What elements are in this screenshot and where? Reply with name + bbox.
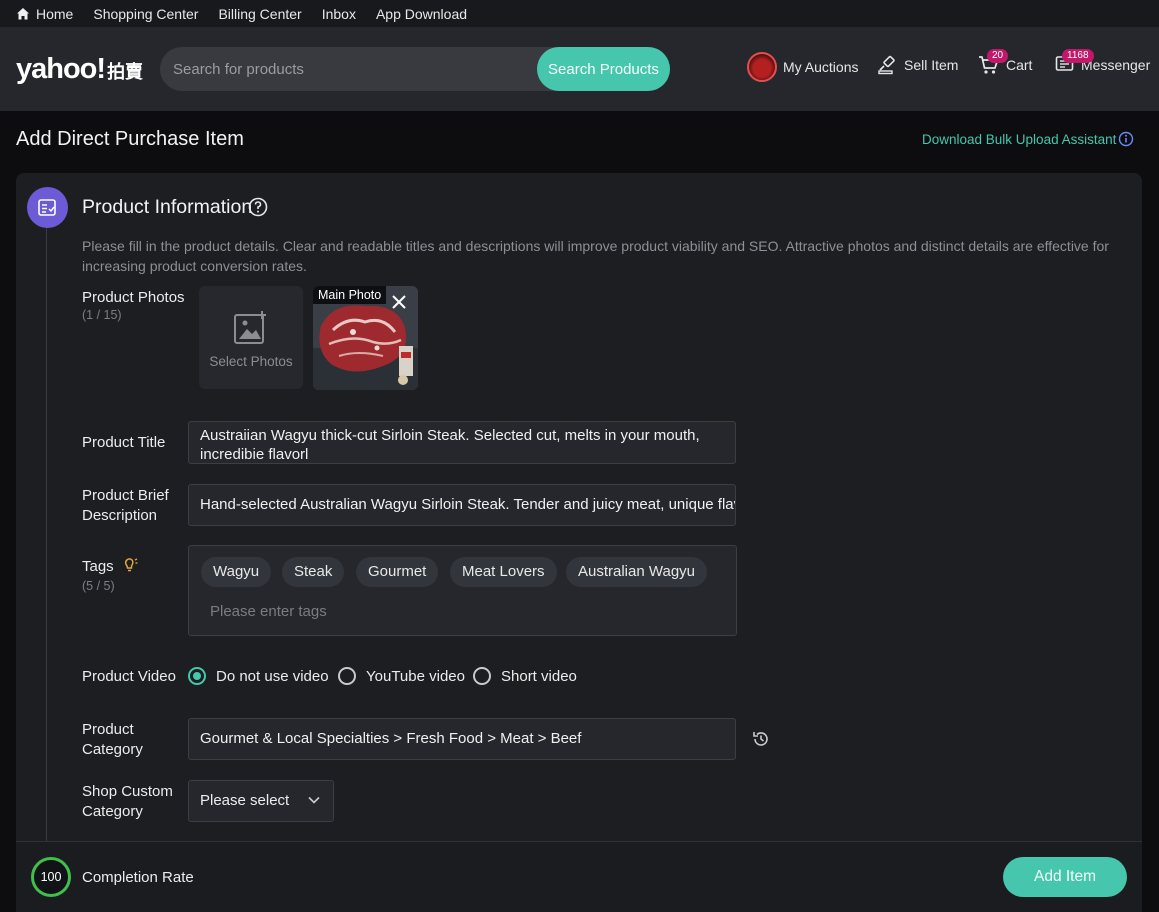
home-icon <box>17 7 29 19</box>
completion-label: Completion Rate <box>82 869 194 886</box>
video-option-label: Short video <box>501 667 577 685</box>
add-image-icon <box>234 311 266 344</box>
photo-count: (1 / 15) <box>82 308 122 322</box>
page-title: Add Direct Purchase Item <box>16 128 244 150</box>
top-nav-bar: Home Shopping Center Billing Center Inbo… <box>0 0 1159 27</box>
radio[interactable] <box>473 667 491 685</box>
video-option-label: Do not use video <box>216 667 329 685</box>
shop-category-label: Shop Custom Category <box>82 783 173 820</box>
yahoo-auction-logo[interactable]: yahoo! 拍賣 <box>16 53 143 86</box>
home-link[interactable]: Home <box>16 6 73 22</box>
product-title-field[interactable]: Austraiian Wagyu thick-cut Sirloin Steak… <box>188 421 736 464</box>
tags-placeholder: Please enter tags <box>210 603 327 620</box>
brief-description-field[interactable]: Hand-selected Australian Wagyu Sirloin S… <box>188 484 736 526</box>
my-auctions-link[interactable]: My Auctions <box>747 52 858 82</box>
cart-count-badge: 20 <box>987 49 1009 63</box>
shop-category-select[interactable]: Please select <box>188 780 334 822</box>
video-option-none[interactable]: Do not use video <box>188 667 329 685</box>
tag-chip[interactable]: Gourmet <box>356 557 439 587</box>
logo-text: yahoo! <box>16 53 106 85</box>
my-auctions-label: My Auctions <box>783 59 859 75</box>
sell-item-label: Sell Item <box>904 57 959 73</box>
add-item-button[interactable]: Add Item <box>1003 857 1127 897</box>
cart-label: Cart <box>1006 57 1033 73</box>
select-photos-label: Select Photos <box>209 354 293 369</box>
info-icon[interactable] <box>1118 131 1134 147</box>
video-option-label: YouTube video <box>366 667 465 685</box>
radio[interactable] <box>338 667 356 685</box>
logo-cn-text: 拍賣 <box>107 62 144 82</box>
history-icon[interactable] <box>751 729 771 749</box>
product-form-panel <box>16 173 1142 912</box>
tags-count: (5 / 5) <box>82 579 115 593</box>
video-option-short[interactable]: Short video <box>473 667 577 685</box>
gavel-icon <box>878 55 895 75</box>
home-label: Home <box>36 5 74 22</box>
search-input[interactable] <box>160 47 540 91</box>
close-icon[interactable] <box>391 294 407 310</box>
chevron-down-icon <box>308 796 320 804</box>
section-intro: Please fill in the product details. Clea… <box>82 238 1109 274</box>
help-icon[interactable] <box>248 197 268 217</box>
product-video-label: Product Video <box>82 668 176 685</box>
app-download-link[interactable]: App Download <box>376 6 467 22</box>
radio-selected[interactable] <box>188 667 206 685</box>
avatar <box>747 52 777 82</box>
main-photo-thumbnail[interactable]: Main Photo <box>313 286 418 390</box>
search-products-button[interactable]: Search Products <box>537 47 670 91</box>
completion-ring: 100 <box>31 857 71 897</box>
tag-chip[interactable]: Wagyu <box>201 557 272 587</box>
site-header: yahoo!拍賣 Search Products My Auctions Sel… <box>0 27 1159 111</box>
tags-label: Tags <box>82 558 114 575</box>
section-timeline <box>46 226 47 846</box>
brief-description-label: Product Brief Description <box>82 487 169 524</box>
select-photos-button[interactable]: Select Photos <box>199 286 303 389</box>
section-title: Product Information <box>82 196 253 218</box>
shop-category-value: Please select <box>200 792 290 809</box>
search-bar: Search Products <box>160 47 670 91</box>
video-option-youtube[interactable]: YouTube video <box>338 667 465 685</box>
messenger-count-badge: 1168 <box>1062 49 1094 63</box>
product-title-label: Product Title <box>82 434 166 451</box>
main-photo-tag: Main Photo <box>313 286 387 304</box>
inbox-link[interactable]: Inbox <box>322 6 356 22</box>
product-photos-label: Product Photos <box>82 289 185 306</box>
completion-value: 100 <box>40 870 62 884</box>
billing-center-link[interactable]: Billing Center <box>218 6 301 22</box>
lightbulb-icon[interactable] <box>121 557 139 575</box>
product-info-icon <box>27 187 68 228</box>
tag-chip[interactable]: Steak <box>282 557 345 587</box>
tag-chip[interactable]: Meat Lovers <box>450 557 557 587</box>
bulk-upload-link[interactable]: Download Bulk Upload Assistant <box>922 132 1116 147</box>
tags-input-box[interactable]: Wagyu Steak Gourmet Meat Lovers Australi… <box>188 545 737 636</box>
shopping-center-link[interactable]: Shopping Center <box>93 6 198 22</box>
product-category-field[interactable]: Gourmet & Local Specialties > Fresh Food… <box>188 718 736 760</box>
sell-item-link[interactable]: Sell Item <box>878 55 958 75</box>
tag-chip[interactable]: Australian Wagyu <box>566 557 707 587</box>
product-category-label: Product Category <box>82 721 143 758</box>
